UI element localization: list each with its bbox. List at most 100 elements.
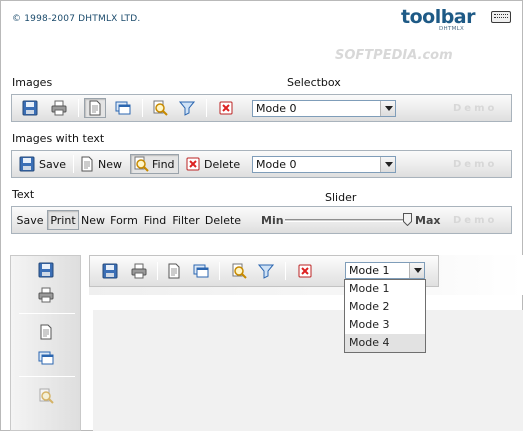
slider-thumb[interactable] <box>402 213 412 227</box>
slider-min-label: Min <box>261 214 284 227</box>
delete-icon <box>185 156 201 172</box>
print-icon <box>131 263 147 279</box>
delete-button[interactable] <box>215 98 237 118</box>
find-label: Find <box>152 157 175 171</box>
filter-button[interactable] <box>176 98 198 118</box>
dropdown-option-mode-2[interactable]: Mode 2 <box>345 298 425 316</box>
separator <box>142 99 143 117</box>
separator <box>219 262 220 280</box>
slider-track[interactable] <box>285 219 409 222</box>
separator <box>78 99 79 117</box>
save-label: Save <box>16 213 44 227</box>
dropdown-option-mode-4[interactable]: Mode 4 <box>345 334 425 352</box>
new-document-icon <box>166 263 182 279</box>
find-icon <box>231 263 247 279</box>
chevron-down-icon <box>380 157 395 172</box>
section-label-selectbox: Selectbox <box>287 76 341 89</box>
filter-button[interactable]: Filter <box>171 210 201 230</box>
separator <box>19 376 75 377</box>
demo-label: Demo <box>453 103 498 114</box>
form-button[interactable] <box>190 261 212 281</box>
dropdown-option-mode-1[interactable]: Mode 1 <box>345 280 425 298</box>
print-button[interactable] <box>48 98 70 118</box>
form-button[interactable]: Form <box>109 210 139 230</box>
filter-label: Filter <box>172 213 200 227</box>
toolbar-logo: toolbar DHTMLX <box>401 6 511 34</box>
dropdown-option-mode-3[interactable]: Mode 3 <box>345 316 425 334</box>
toolbar-images: Mode 0 Demo <box>11 94 512 122</box>
section-label-images: Images <box>12 76 53 89</box>
delete-icon <box>297 263 313 279</box>
new-label: New <box>81 213 105 227</box>
separator <box>19 313 75 314</box>
section-label-images-with-text: Images with text <box>12 132 105 145</box>
content-area <box>93 310 523 431</box>
new-button[interactable]: New <box>79 154 127 174</box>
print-button[interactable]: Print <box>47 210 79 230</box>
mode-select[interactable]: Mode 0 <box>252 156 396 173</box>
logo-sub: DHTMLX <box>439 26 465 32</box>
filter-button[interactable] <box>255 261 277 281</box>
find-button[interactable] <box>35 386 57 406</box>
chevron-down-icon <box>409 263 424 278</box>
keyboard-icon <box>491 11 511 23</box>
print-icon <box>51 100 67 116</box>
separator <box>206 99 207 117</box>
find-button[interactable] <box>228 261 250 281</box>
chevron-down-icon <box>380 101 395 116</box>
delete-label: Delete <box>204 213 242 227</box>
print-button[interactable] <box>35 285 57 305</box>
save-button[interactable] <box>19 98 41 118</box>
find-button[interactable]: Find <box>142 210 168 230</box>
toolbar-text: Save Print New Form Find Filter Delete M… <box>11 206 512 234</box>
mode-select[interactable]: Mode 1 <box>345 262 425 279</box>
print-button[interactable] <box>128 261 150 281</box>
delete-label: Delete <box>204 157 241 171</box>
new-document-icon <box>38 324 54 340</box>
delete-button[interactable]: Delete <box>204 210 242 230</box>
separator <box>73 155 74 173</box>
delete-button[interactable]: Delete <box>185 154 241 174</box>
save-icon <box>38 262 54 278</box>
form-button[interactable] <box>112 98 134 118</box>
find-button[interactable] <box>149 98 171 118</box>
find-label: Find <box>143 213 167 227</box>
save-icon <box>22 100 38 116</box>
form-button[interactable] <box>35 348 57 368</box>
find-button[interactable]: Find <box>130 154 179 174</box>
save-button[interactable] <box>99 261 121 281</box>
new-button[interactable]: New <box>80 210 106 230</box>
mode-select-value: Mode 1 <box>349 264 390 277</box>
delete-icon <box>218 100 234 116</box>
new-document-icon <box>87 100 103 116</box>
form-icon <box>38 350 54 366</box>
logo-word: toolbar <box>401 6 476 28</box>
filter-icon <box>257 263 275 279</box>
new-document-icon <box>79 156 95 172</box>
form-icon <box>193 263 209 279</box>
delete-button[interactable] <box>294 261 316 281</box>
new-button[interactable] <box>35 322 57 342</box>
find-icon <box>152 100 168 116</box>
save-button[interactable]: Save <box>19 154 71 174</box>
new-button[interactable] <box>163 261 185 281</box>
section-label-text: Text <box>12 188 35 201</box>
save-button[interactable] <box>35 260 57 280</box>
find-icon <box>38 388 54 404</box>
mode-dropdown-list: Mode 1 Mode 2 Mode 3 Mode 4 <box>344 279 426 353</box>
new-button[interactable] <box>84 98 106 118</box>
demo-label: Demo <box>453 159 498 170</box>
save-button[interactable]: Save <box>15 210 45 230</box>
slider-max-label: Max <box>415 214 441 227</box>
save-icon <box>102 263 118 279</box>
form-label: Form <box>110 213 138 227</box>
demo-label: Demo <box>453 215 498 226</box>
mode-select-value: Mode 0 <box>256 158 297 171</box>
print-icon <box>38 287 54 303</box>
toolbar-images-with-text: Save New Find Delete Mode 0 Demo <box>11 150 512 178</box>
new-label: New <box>98 157 122 171</box>
form-icon <box>115 100 131 116</box>
mode-select[interactable]: Mode 0 <box>252 100 396 117</box>
copyright-text: © 1998-2007 DHTMLX LTD. <box>12 14 141 24</box>
print-label: Print <box>50 213 76 227</box>
